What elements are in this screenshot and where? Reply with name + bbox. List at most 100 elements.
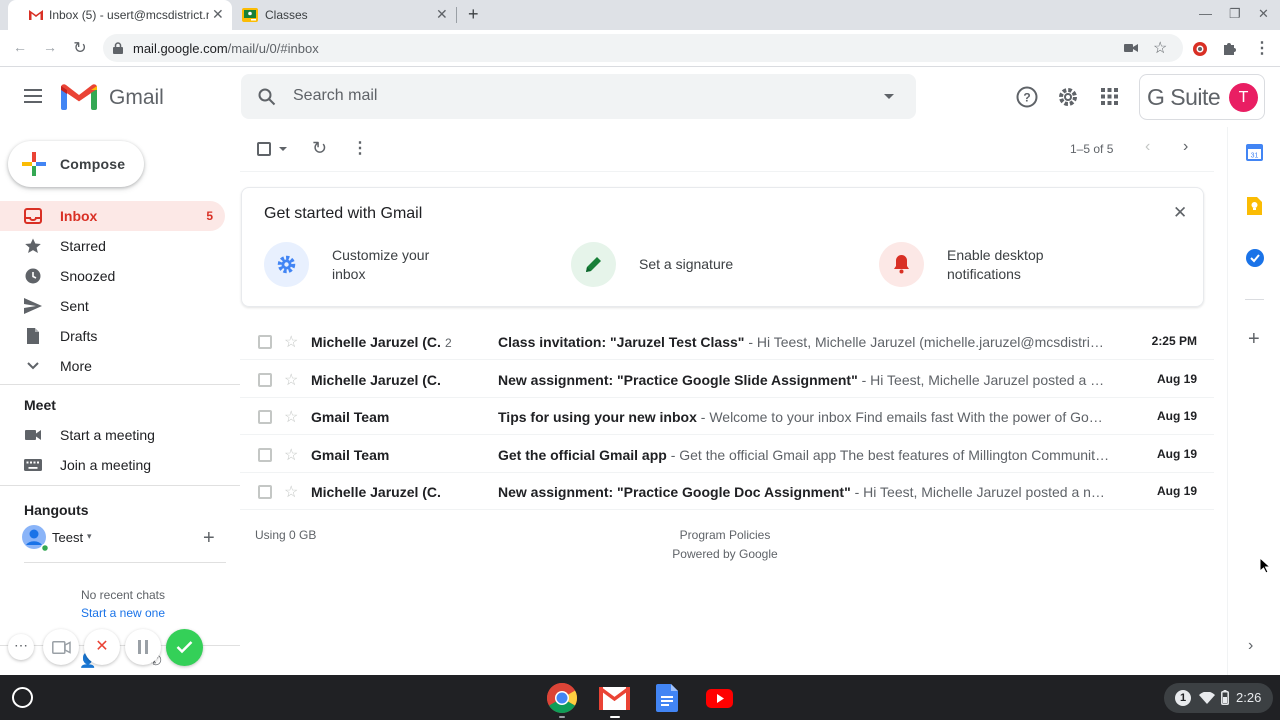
gsuite-logo-text: G Suite <box>1147 84 1221 110</box>
close-icon[interactable]: ✕ <box>1173 203 1187 223</box>
get-addons-plus-icon[interactable]: + <box>1248 329 1260 349</box>
sidebar-item-more[interactable]: More <box>0 351 225 381</box>
account-switcher[interactable]: G Suite T <box>1139 74 1265 120</box>
launcher-icon[interactable] <box>12 687 33 708</box>
tab-divider <box>456 7 457 23</box>
set-signature-option[interactable]: Set a signature <box>571 242 831 288</box>
row-checkbox[interactable] <box>258 335 272 349</box>
close-tab-icon[interactable]: ✕ <box>436 6 448 23</box>
desktop-notifications-option[interactable]: Enable desktop notifications <box>879 242 1179 288</box>
start-meeting-button[interactable]: Start a meeting <box>0 420 225 450</box>
email-row[interactable]: ☆ Gmail Team Get the official Gmail app … <box>240 436 1214 473</box>
star-toggle-icon[interactable]: ☆ <box>284 482 298 502</box>
sidebar-item-snoozed[interactable]: Snoozed <box>0 261 225 291</box>
address-bar[interactable]: mail.google.com/mail/u/0/#inbox ☆ <box>103 34 1183 62</box>
email-row[interactable]: ☆ Michelle Jaruzel (C. 2 Class invitation… <box>240 323 1214 360</box>
sidebar-item-sent[interactable]: Sent <box>0 291 225 321</box>
puzzle-extensions-icon[interactable] <box>1222 41 1237 56</box>
email-row[interactable]: ☆ Gmail Team Tips for using your new inb… <box>240 398 1214 435</box>
hangouts-user-status[interactable]: Teest ▾ <box>22 525 142 551</box>
more-options-icon[interactable]: ⋯ <box>8 634 34 660</box>
divider <box>0 384 240 385</box>
search-icon[interactable] <box>258 88 276 106</box>
youtube-app-icon[interactable] <box>706 689 733 708</box>
bookmark-star-icon[interactable]: ☆ <box>1153 38 1167 58</box>
row-checkbox[interactable] <box>258 448 272 462</box>
finish-recording-button[interactable] <box>166 629 203 666</box>
expand-panel-icon[interactable]: › <box>1248 637 1253 655</box>
meet-heading: Meet <box>24 397 56 413</box>
star-toggle-icon[interactable]: ☆ <box>284 370 298 390</box>
get-started-card: Get started with Gmail ✕ Customize your i… <box>241 187 1204 307</box>
settings-gear-icon[interactable] <box>1057 86 1079 108</box>
screen-recorder-controls: ⋯ ✕ <box>8 629 218 666</box>
row-checkbox[interactable] <box>258 485 272 499</box>
program-policies-link[interactable]: Program Policies <box>625 528 825 542</box>
reload-icon[interactable]: ↻ <box>72 38 88 58</box>
star-icon <box>25 238 41 253</box>
avatar[interactable]: T <box>1229 83 1258 112</box>
close-window-icon[interactable]: ✕ <box>1258 6 1269 22</box>
gear-badge <box>264 242 309 287</box>
close-tab-icon[interactable]: ✕ <box>212 6 224 23</box>
extension-icon[interactable] <box>1192 41 1208 57</box>
select-all-checkbox[interactable] <box>257 142 271 156</box>
join-meeting-button[interactable]: Join a meeting <box>0 450 225 480</box>
chrome-menu-icon[interactable]: ⋮ <box>1254 38 1270 58</box>
email-row[interactable]: ☆ Michelle Jaruzel (C. New assignment: "… <box>240 361 1214 398</box>
inbox-icon <box>24 208 42 224</box>
customize-inbox-option[interactable]: Customize your inbox <box>264 242 524 288</box>
minimize-icon[interactable]: — <box>1199 6 1212 21</box>
cancel-recording-icon[interactable]: ✕ <box>84 629 120 665</box>
new-tab-icon[interactable]: + <box>468 4 479 25</box>
chrome-app-icon[interactable] <box>546 682 578 714</box>
browser-tab-strip: Inbox (5) - usert@mcsdistrict.net ✕ Clas… <box>0 0 1280 30</box>
star-toggle-icon[interactable]: ☆ <box>284 445 298 465</box>
select-dropdown-icon[interactable] <box>279 147 287 151</box>
restore-icon[interactable]: ❐ <box>1229 6 1241 22</box>
star-toggle-icon[interactable]: ☆ <box>284 407 298 427</box>
camera-icon[interactable] <box>1124 43 1138 53</box>
new-chat-plus-icon[interactable]: + <box>203 528 215 548</box>
keep-icon[interactable] <box>1247 197 1262 215</box>
sidebar-item-starred[interactable]: Starred <box>0 231 225 261</box>
search-input[interactable] <box>293 86 853 106</box>
gmail-app-icon[interactable] <box>599 687 630 710</box>
caret-down-icon: ▾ <box>87 531 92 541</box>
pause-recording-button[interactable] <box>125 629 161 665</box>
apps-grid-icon[interactable] <box>1101 88 1118 105</box>
email-row[interactable]: ☆ Michelle Jaruzel (C. New assignment: "… <box>240 473 1214 510</box>
sidebar-item-label: Snoozed <box>60 268 116 284</box>
help-icon[interactable]: ? <box>1016 86 1038 108</box>
more-actions-icon[interactable]: ⋮ <box>352 138 368 158</box>
row-checkbox[interactable] <box>258 373 272 387</box>
calendar-icon[interactable]: 31 <box>1246 144 1263 161</box>
tab-title: Classes <box>265 8 308 22</box>
divider <box>1245 299 1264 300</box>
sidebar-item-drafts[interactable]: Drafts <box>0 321 225 351</box>
tasks-icon[interactable] <box>1246 249 1264 267</box>
main-menu-icon[interactable] <box>24 89 42 103</box>
sidebar: Compose Inbox 5 Starred Snoozed Sent Dra… <box>0 127 240 675</box>
gmail-logo-icon[interactable] <box>61 84 97 110</box>
mouse-cursor-icon <box>1260 558 1270 574</box>
search-options-icon[interactable] <box>884 94 894 99</box>
pen-badge <box>571 242 616 287</box>
compose-button[interactable]: Compose <box>8 141 144 187</box>
refresh-icon[interactable]: ↻ <box>312 138 327 159</box>
status-tray[interactable]: 1 2:26 <box>1164 683 1273 713</box>
next-page-icon[interactable]: › <box>1183 138 1188 156</box>
row-checkbox[interactable] <box>258 410 272 424</box>
tab-classes[interactable]: Classes ✕ <box>234 0 456 30</box>
email-date: Aug 19 <box>1156 372 1197 386</box>
webcam-toggle-button[interactable] <box>43 629 79 665</box>
back-icon[interactable]: ← <box>12 39 28 55</box>
start-new-chat-link[interactable]: Start a new one <box>0 606 246 620</box>
star-toggle-icon[interactable]: ☆ <box>284 332 298 352</box>
google-docs-icon[interactable] <box>656 684 678 712</box>
notification-count-badge: 1 <box>1175 690 1191 706</box>
sidebar-item-inbox[interactable]: Inbox 5 <box>0 201 225 231</box>
previous-page-icon[interactable]: ‹ <box>1145 138 1150 156</box>
forward-icon[interactable]: → <box>42 39 58 55</box>
tab-inbox[interactable]: Inbox (5) - usert@mcsdistrict.net ✕ <box>8 0 232 30</box>
